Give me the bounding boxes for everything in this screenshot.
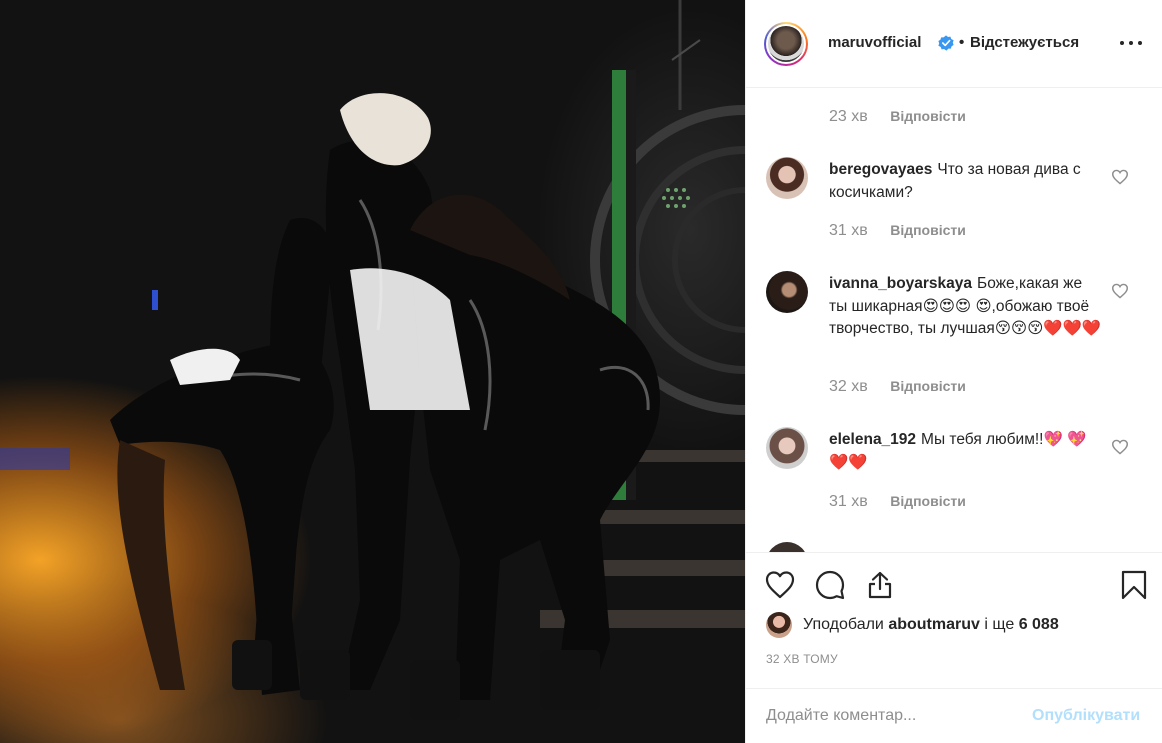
add-comment-form: Опублікувати bbox=[746, 688, 1162, 743]
comment-body: beregovayaes Что за новая дива с косичкам… bbox=[829, 159, 1104, 204]
likes-text[interactable]: Уподобали aboutmaruv і ще 6 088 bbox=[803, 616, 1059, 634]
post-header: maruvofficial • Відстежується bbox=[746, 0, 1162, 88]
liker-avatar[interactable] bbox=[766, 612, 792, 638]
verified-badge-icon bbox=[938, 35, 954, 51]
commenter-avatar[interactable] bbox=[766, 271, 808, 313]
comments-list[interactable]: 23 хв Відповісти beregovayaes Что за нова… bbox=[746, 89, 1162, 552]
header-separator: • bbox=[959, 34, 965, 51]
likes-summary: Уподобали aboutmaruv і ще 6 088 bbox=[766, 612, 1156, 640]
likes-prefix: Уподобали bbox=[803, 616, 884, 633]
comment-time: 31 хв bbox=[829, 493, 868, 510]
comment-time: 31 хв bbox=[829, 222, 868, 239]
share-icon[interactable] bbox=[864, 569, 896, 601]
commenter-username[interactable]: beregovayaes bbox=[829, 161, 932, 178]
author-avatar-story-ring[interactable] bbox=[764, 22, 808, 66]
post-side-panel: maruvofficial • Відстежується 23 хв Відп… bbox=[745, 0, 1162, 743]
likes-count[interactable]: 6 088 bbox=[1019, 616, 1059, 633]
post-photo[interactable] bbox=[0, 0, 745, 743]
commenter-avatar[interactable] bbox=[766, 542, 808, 552]
publish-button[interactable]: Опублікувати bbox=[1032, 707, 1140, 725]
like-comment-heart-icon[interactable] bbox=[1111, 439, 1129, 455]
follow-status-button[interactable]: Відстежується bbox=[970, 34, 1079, 51]
post-timestamp[interactable]: 32 ХВ ТОМУ bbox=[766, 652, 838, 666]
comment-body: elelena_192 Мы тебя любим!!💖 💖❤️❤️ bbox=[829, 429, 1104, 474]
comment-meta: 32 хв Відповісти bbox=[829, 378, 966, 396]
liker-username[interactable]: aboutmaruv bbox=[888, 616, 980, 633]
commenter-username[interactable]: elelena_192 bbox=[829, 431, 916, 448]
author-username[interactable]: maruvofficial bbox=[828, 34, 921, 51]
comment-time: 32 хв bbox=[829, 378, 868, 395]
comment-input[interactable] bbox=[766, 701, 1026, 731]
post-actions-bar bbox=[746, 552, 1162, 601]
comment-time: 23 хв bbox=[829, 108, 868, 125]
comment-icon[interactable] bbox=[814, 569, 846, 601]
concert-photo-illustration bbox=[0, 0, 745, 720]
reply-button[interactable]: Відповісти bbox=[890, 108, 966, 124]
reply-button[interactable]: Відповісти bbox=[890, 378, 966, 394]
reply-button[interactable]: Відповісти bbox=[890, 493, 966, 509]
likes-connector: і ще bbox=[984, 616, 1015, 633]
commenter-avatar[interactable] bbox=[766, 157, 808, 199]
like-comment-heart-icon[interactable] bbox=[1111, 283, 1129, 299]
author-avatar[interactable] bbox=[766, 24, 806, 64]
comment-meta: 31 хв Відповісти bbox=[829, 222, 966, 240]
more-options-icon[interactable] bbox=[1118, 32, 1144, 52]
commenter-username[interactable]: ivanna_boyarskaya bbox=[829, 275, 972, 292]
heart-icon[interactable] bbox=[764, 569, 796, 601]
reply-button[interactable]: Відповісти bbox=[890, 222, 966, 238]
comment-meta: 31 хв Відповісти bbox=[829, 493, 966, 511]
commenter-avatar[interactable] bbox=[766, 427, 808, 469]
bookmark-icon[interactable] bbox=[1118, 569, 1150, 601]
comment-body: ivanna_boyarskaya Боже,какая же ты шикарн… bbox=[829, 273, 1104, 341]
comment-meta: 23 хв Відповісти bbox=[829, 108, 966, 126]
like-comment-heart-icon[interactable] bbox=[1111, 169, 1129, 185]
